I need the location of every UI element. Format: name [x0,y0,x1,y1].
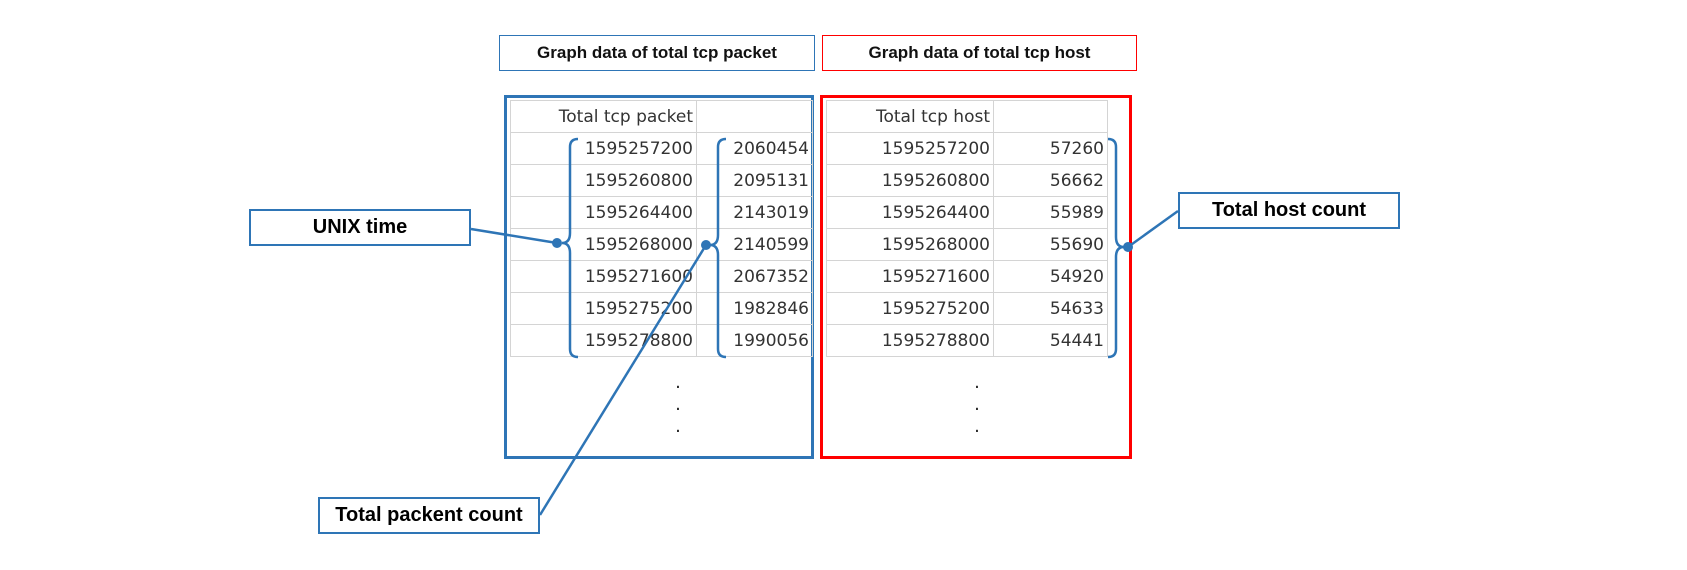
unix-time-brace [561,137,579,359]
packet-count-brace [709,137,727,359]
packet-count-anchor [701,240,711,250]
host-count-brace [1107,137,1125,359]
host-count-anchor [1123,242,1133,252]
total-packet-count-callout: Total packent count [318,497,540,534]
host-count-leader [1127,209,1179,249]
unix-time-callout: UNIX time [249,209,471,246]
annotation-overlay [470,137,1179,516]
total-host-count-callout: Total host count [1178,192,1400,229]
unix-time-anchor [552,238,562,248]
packet-count-leader [538,244,708,516]
unix-time-leader [470,227,558,245]
